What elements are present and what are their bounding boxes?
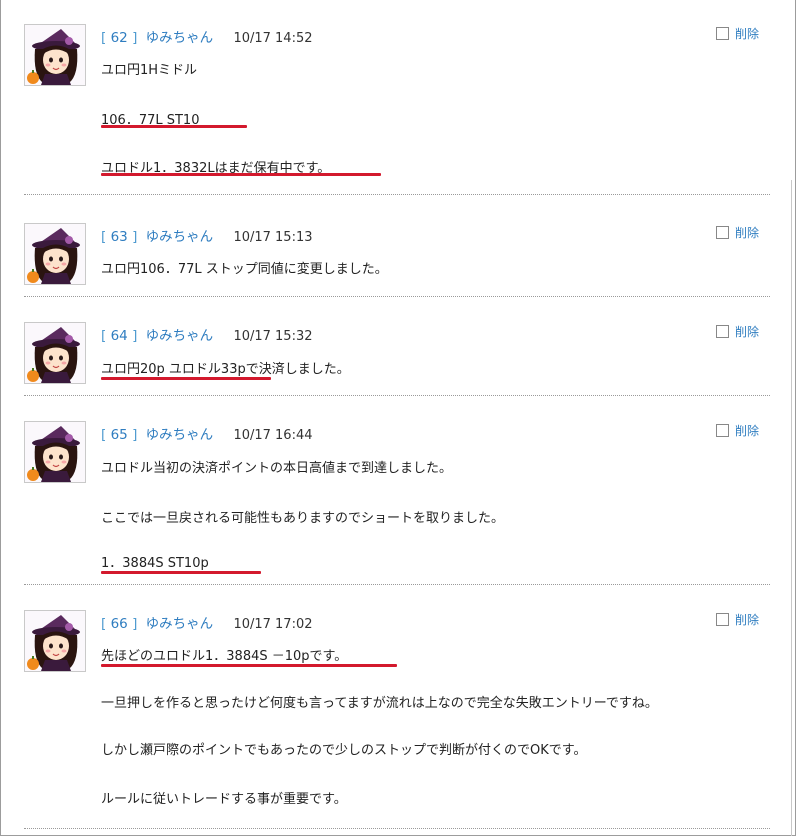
delete-control: 削除 bbox=[716, 611, 759, 628]
witch-avatar-icon bbox=[25, 323, 85, 383]
post-header: [ 65 ] ゆみちゃん 10/17 16:44 bbox=[101, 423, 313, 443]
post-text: 1．3884S ST10p bbox=[101, 556, 209, 571]
delete-checkbox[interactable] bbox=[716, 27, 729, 40]
post-header: [ 64 ] ゆみちゃん 10/17 15:32 bbox=[101, 324, 313, 344]
bracket-open: [ bbox=[101, 30, 107, 46]
post-date: 10/17 15:13 bbox=[233, 230, 313, 245]
red-underline bbox=[101, 571, 261, 574]
post-number-link[interactable]: 66 bbox=[111, 616, 128, 632]
post-date: 10/17 14:52 bbox=[233, 31, 313, 46]
post-date: 10/17 16:44 bbox=[233, 428, 313, 443]
red-underline bbox=[101, 173, 381, 176]
post-number-link[interactable]: 63 bbox=[111, 229, 128, 245]
bracket-close: ] bbox=[132, 229, 138, 245]
delete-label[interactable]: 削除 bbox=[735, 424, 759, 438]
author-link[interactable]: ゆみちゃん bbox=[146, 30, 214, 46]
witch-avatar-icon bbox=[25, 224, 85, 284]
post-text: ユロ円20p ユロドル33pで決済しました。 bbox=[101, 362, 350, 377]
avatar bbox=[24, 610, 86, 672]
bracket-close: ] bbox=[132, 30, 138, 46]
post-header: [ 62 ] ゆみちゃん 10/17 14:52 bbox=[101, 26, 313, 46]
bracket-open: [ bbox=[101, 427, 107, 443]
scroll-edge bbox=[791, 180, 792, 836]
delete-control: 削除 bbox=[716, 323, 759, 340]
witch-avatar-icon bbox=[25, 422, 85, 482]
author-link[interactable]: ゆみちゃん bbox=[146, 427, 214, 443]
avatar bbox=[24, 24, 86, 86]
avatar bbox=[24, 223, 86, 285]
delete-control: 削除 bbox=[716, 25, 759, 42]
post-divider bbox=[24, 194, 770, 195]
witch-avatar-icon bbox=[25, 611, 85, 671]
post-text: しかし瀬戸際のポイントでもあったので少しのストップで判断が付くのでOKです。 bbox=[101, 743, 587, 758]
post-header: [ 66 ] ゆみちゃん 10/17 17:02 bbox=[101, 612, 313, 632]
post-number-link[interactable]: 62 bbox=[111, 30, 128, 46]
author-link[interactable]: ゆみちゃん bbox=[146, 328, 214, 344]
post-text: ユロ円106．77L ストップ同値に変更しました。 bbox=[101, 262, 388, 277]
bracket-open: [ bbox=[101, 616, 107, 632]
post-date: 10/17 17:02 bbox=[233, 617, 313, 632]
delete-label[interactable]: 削除 bbox=[735, 226, 759, 240]
delete-label[interactable]: 削除 bbox=[735, 613, 759, 627]
post-number-link[interactable]: 64 bbox=[111, 328, 128, 344]
post-number-link[interactable]: 65 bbox=[111, 427, 128, 443]
red-underline bbox=[101, 377, 271, 380]
post-divider bbox=[24, 584, 770, 585]
bracket-close: ] bbox=[132, 328, 138, 344]
post-text: ここでは一旦戻される可能性もありますのでショートを取りました。 bbox=[101, 511, 505, 526]
post-text: ユロドル当初の決済ポイントの本日高値まで到達しました。 bbox=[101, 461, 453, 476]
bracket-close: ] bbox=[132, 427, 138, 443]
bracket-open: [ bbox=[101, 328, 107, 344]
post-divider bbox=[24, 828, 770, 829]
delete-checkbox[interactable] bbox=[716, 613, 729, 626]
post-text: ユロ円1Hミドル bbox=[101, 63, 198, 78]
author-link[interactable]: ゆみちゃん bbox=[146, 229, 214, 245]
avatar bbox=[24, 421, 86, 483]
post-header: [ 63 ] ゆみちゃん 10/17 15:13 bbox=[101, 225, 313, 245]
post-divider bbox=[24, 296, 770, 297]
post-text: 先ほどのユロドル1．3884S －10pです。 bbox=[101, 649, 348, 664]
post-divider bbox=[24, 395, 770, 396]
red-underline bbox=[101, 664, 397, 667]
delete-label[interactable]: 削除 bbox=[735, 27, 759, 41]
post-text: 一旦押しを作ると思ったけど何度も言ってますが流れは上なので完全な失敗エントリーで… bbox=[101, 696, 658, 711]
author-link[interactable]: ゆみちゃん bbox=[146, 616, 214, 632]
red-underline bbox=[101, 125, 247, 128]
avatar bbox=[24, 322, 86, 384]
delete-control: 削除 bbox=[716, 224, 759, 241]
delete-checkbox[interactable] bbox=[716, 226, 729, 239]
post-date: 10/17 15:32 bbox=[233, 329, 313, 344]
delete-checkbox[interactable] bbox=[716, 325, 729, 338]
bracket-close: ] bbox=[132, 616, 138, 632]
witch-avatar-icon bbox=[25, 25, 85, 85]
bracket-open: [ bbox=[101, 229, 107, 245]
post-text: ルールに従いトレードする事が重要です。 bbox=[101, 792, 347, 807]
delete-label[interactable]: 削除 bbox=[735, 325, 759, 339]
delete-control: 削除 bbox=[716, 422, 759, 439]
delete-checkbox[interactable] bbox=[716, 424, 729, 437]
